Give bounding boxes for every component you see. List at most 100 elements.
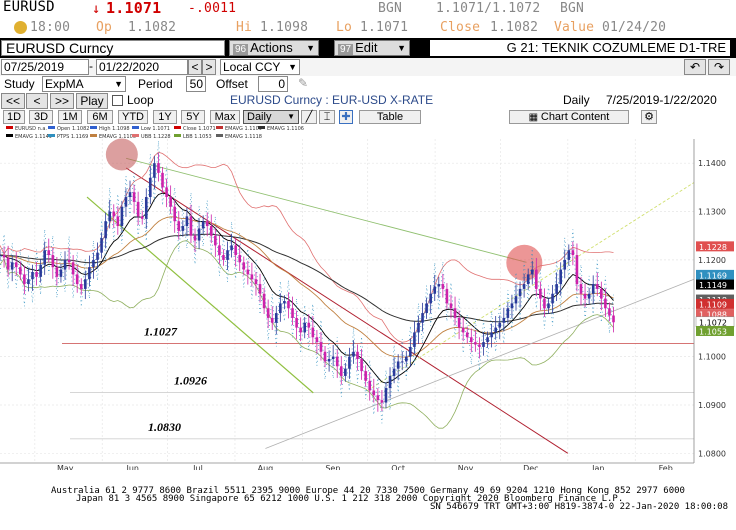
table-button[interactable]: Table	[359, 110, 421, 124]
y-tick-label: 1.1400	[698, 159, 726, 168]
candle-body	[323, 351, 327, 362]
candle-body	[307, 322, 311, 328]
legend-swatch	[132, 126, 139, 129]
step-back-icon[interactable]: <	[26, 93, 48, 109]
candle-body	[222, 255, 225, 260]
gear-icon[interactable]: ⚙	[641, 110, 657, 124]
period-label: Period	[138, 77, 173, 91]
candle-body	[51, 255, 55, 268]
chart-frequency: Daily	[563, 93, 590, 107]
candle-body	[27, 279, 30, 285]
candle-body	[274, 313, 278, 323]
legend-entry: LBB 1.1053	[183, 134, 212, 140]
candle-body	[518, 288, 522, 297]
candle-body	[555, 284, 558, 294]
start-date-field[interactable]: 07/25/2019	[1, 59, 89, 75]
candle-body	[177, 221, 181, 231]
candle-body	[84, 279, 87, 289]
crosshair-icon[interactable]: ✚	[339, 110, 353, 124]
candle-body	[262, 293, 266, 309]
candle-body	[348, 356, 351, 369]
fast-forward-icon[interactable]: >>	[50, 93, 74, 109]
candle-body	[136, 201, 140, 217]
period-6m[interactable]: 6M	[87, 110, 113, 124]
study-select[interactable]: ExpMA ▼	[42, 76, 126, 92]
loop-checkbox[interactable]	[112, 95, 123, 106]
rewind-start-icon[interactable]: <<	[1, 93, 25, 109]
candle-body	[120, 206, 124, 227]
legend-entry: Low 1.1071	[141, 126, 170, 132]
candle-body	[209, 226, 213, 236]
candle-body	[384, 388, 388, 403]
candle-body	[595, 284, 599, 289]
candle-body	[612, 315, 615, 323]
offset-input[interactable]: 0	[258, 76, 288, 92]
study-row: Study ExpMA ▼ Period 50 Offset 0 ✎	[0, 76, 736, 93]
legend-entry: UBB 1.1228	[141, 134, 171, 140]
candle-body	[319, 342, 323, 352]
period-5y[interactable]: 5Y	[181, 110, 205, 124]
candle-body	[55, 267, 59, 277]
actions-number: 96	[233, 44, 249, 55]
legend-swatch	[258, 126, 265, 129]
candle-body	[226, 250, 229, 260]
annotate-tool-icon[interactable]: ⌶	[319, 110, 335, 124]
pivot-circle-high	[105, 138, 138, 171]
candle-body	[311, 327, 315, 338]
period-1d[interactable]: 1D	[3, 110, 25, 124]
candle-body	[112, 211, 116, 217]
candle-body	[67, 259, 71, 263]
candle-body	[96, 252, 99, 260]
undo-icon[interactable]: ↶	[684, 59, 706, 75]
redo-icon[interactable]: ↷	[708, 59, 730, 75]
last-price: 1.1071	[106, 0, 162, 17]
candle-body	[214, 235, 217, 246]
support-level-label: 1.0830	[148, 420, 181, 434]
candle-body	[396, 361, 400, 369]
candle-body	[279, 303, 282, 314]
play-button[interactable]: Play	[76, 93, 108, 109]
end-date-field[interactable]: 01/22/2020	[96, 59, 188, 75]
candle-body	[14, 262, 18, 268]
candle-body	[165, 187, 168, 198]
candle-body	[63, 259, 67, 270]
currency-select[interactable]: Local CCY ▼	[220, 59, 300, 75]
period-1y[interactable]: 1Y	[153, 110, 177, 124]
candle-body	[6, 257, 10, 270]
price-chart[interactable]: EURUSD n.a. Open 1.1082 High 1.1098 Low 1.1…	[0, 125, 736, 470]
candle-body	[559, 269, 562, 285]
legend-swatch	[174, 126, 181, 129]
price-tag-label: 1.1053	[699, 327, 727, 336]
edit-menu[interactable]: 97 Edit ▼	[334, 40, 410, 56]
currency-value: Local CCY	[223, 60, 281, 74]
pencil-icon[interactable]: ✎	[298, 76, 308, 91]
candle-body	[470, 337, 473, 343]
candle-body	[189, 216, 193, 236]
actions-menu[interactable]: 96 Actions ▼	[229, 40, 319, 56]
next-arrow-icon[interactable]: >	[202, 59, 216, 75]
chart-date-range: 7/25/2019-1/22/2020	[606, 93, 717, 107]
candle-body	[514, 296, 518, 304]
line-tool-icon[interactable]: ╱	[301, 110, 317, 124]
candle-body	[144, 197, 148, 219]
frequency-select[interactable]: Daily ▼	[243, 110, 299, 124]
candle-body	[530, 269, 534, 275]
open-label: Op	[96, 20, 113, 35]
offset-label: Offset	[216, 77, 248, 91]
candle-body	[478, 344, 481, 347]
candle-body	[461, 327, 465, 333]
prev-arrow-icon[interactable]: <	[188, 59, 202, 75]
chart-content-button[interactable]: ▦ Chart Content	[509, 110, 629, 124]
price-tag-label: 1.1169	[699, 271, 727, 280]
security-field[interactable]: EURUSD Curncy	[1, 40, 225, 56]
period-input[interactable]: 50	[186, 76, 206, 92]
candle-body	[75, 274, 79, 285]
candle-body	[364, 371, 367, 381]
candle-body	[510, 303, 514, 309]
period-3d[interactable]: 3D	[29, 110, 53, 124]
period-max[interactable]: Max	[210, 110, 240, 124]
period-1m[interactable]: 1M	[58, 110, 82, 124]
candle-body	[303, 322, 307, 333]
period-ytd[interactable]: YTD	[118, 110, 148, 124]
bloomberg-toolbar: EURUSD Curncy 96 Actions ▼ 97 Edit ▼ G 21: T…	[0, 38, 736, 58]
